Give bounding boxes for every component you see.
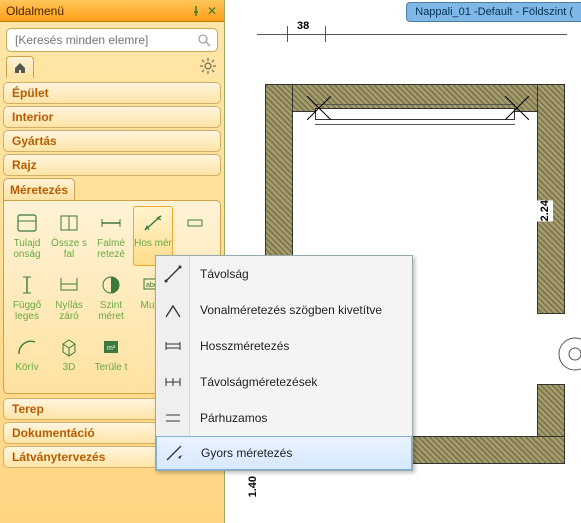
ctx-hosszmeretezes[interactable]: Hosszméretezés bbox=[156, 328, 412, 364]
quick-dim-icon bbox=[157, 437, 191, 469]
corner-x-icon bbox=[505, 96, 529, 120]
tool-label: Nyílás záró bbox=[50, 300, 88, 322]
tool-fuggoleges[interactable]: Függő leges bbox=[7, 268, 47, 328]
dim-line bbox=[257, 34, 567, 35]
category-list: Épület Interior Gyártás Rajz bbox=[0, 82, 224, 176]
dim-text-top: 38 bbox=[295, 20, 311, 32]
length-icon bbox=[156, 328, 190, 364]
tool-szintmeret[interactable]: Szint méret bbox=[91, 268, 131, 328]
context-menu: Távolság Vonalméretezés szögben kivetítv… bbox=[155, 255, 413, 471]
area-icon: m² bbox=[97, 334, 125, 360]
arc-icon bbox=[13, 334, 41, 360]
tool-label: Hos mér bbox=[134, 238, 172, 249]
vertical-icon bbox=[13, 272, 41, 298]
category-label: Rajz bbox=[12, 158, 37, 172]
tool-label: Terüle t bbox=[95, 362, 128, 373]
level-icon bbox=[97, 272, 125, 298]
tool-tulajdonsag[interactable]: Tulajd onság bbox=[7, 206, 47, 266]
ctx-tavolsagmeretezesek[interactable]: Távolságméretezések bbox=[156, 364, 412, 400]
category-rajz[interactable]: Rajz bbox=[3, 154, 221, 176]
category-label: Épület bbox=[12, 86, 49, 100]
category-label: Gyártás bbox=[12, 134, 57, 148]
parallel-icon bbox=[156, 400, 190, 436]
tool-icon bbox=[181, 210, 209, 236]
tool-label: Tulajd onság bbox=[8, 238, 46, 260]
ctx-gyors-meretezes[interactable]: Gyors méretezés bbox=[156, 436, 412, 470]
category-label: Méretezés bbox=[10, 183, 68, 197]
close-icon[interactable]: ✕ bbox=[204, 3, 220, 19]
home-tab[interactable] bbox=[6, 56, 34, 78]
dim-tick bbox=[325, 26, 326, 42]
tool-label: Össze s fal bbox=[50, 238, 88, 260]
dim-tick bbox=[287, 26, 288, 42]
tool-terulet[interactable]: m² Terüle t bbox=[91, 330, 131, 390]
tool-falmeretezes[interactable]: Falmé retezé bbox=[91, 206, 131, 266]
tool-label: Függő leges bbox=[8, 300, 46, 322]
tool-label: Körív bbox=[15, 362, 38, 373]
ctx-label: Párhuzamos bbox=[190, 411, 412, 425]
tool-koriv[interactable]: Körív bbox=[7, 330, 47, 390]
opening-icon bbox=[55, 272, 83, 298]
tool-3d[interactable]: 3D bbox=[49, 330, 89, 390]
wall-right-lower bbox=[537, 384, 565, 444]
category-label: Interior bbox=[12, 110, 53, 124]
projected-icon bbox=[156, 292, 190, 328]
length-dim-icon bbox=[139, 210, 167, 236]
fixture-circle bbox=[555, 334, 581, 374]
category-label: Dokumentáció bbox=[12, 426, 95, 440]
line bbox=[315, 104, 515, 105]
category-label: Látványtervezés bbox=[12, 450, 105, 464]
corner-x-icon bbox=[307, 96, 331, 120]
ctx-vonalmeretezes[interactable]: Vonalméretezés szögben kivetítve bbox=[156, 292, 412, 328]
category-gyartas[interactable]: Gyártás bbox=[3, 130, 221, 152]
search-box[interactable] bbox=[6, 28, 218, 52]
dim-text-right: 2.24 bbox=[537, 200, 553, 221]
ctx-label: Távolságméretezések bbox=[190, 375, 412, 389]
tool-nyilaszaro[interactable]: Nyílás záró bbox=[49, 268, 89, 328]
wall-dim-icon bbox=[97, 210, 125, 236]
wall-bottom-right bbox=[405, 436, 565, 464]
ctx-label: Gyors méretezés bbox=[191, 446, 411, 460]
gear-icon[interactable] bbox=[200, 58, 218, 76]
line bbox=[315, 124, 515, 125]
window-top bbox=[315, 108, 515, 120]
category-epulet[interactable]: Épület bbox=[3, 82, 221, 104]
search-input[interactable] bbox=[13, 32, 197, 48]
ctx-label: Távolság bbox=[190, 267, 412, 281]
category-interior[interactable]: Interior bbox=[3, 106, 221, 128]
ctx-label: Vonalméretezés szögben kivetítve bbox=[190, 303, 412, 317]
ctx-tavolsag[interactable]: Távolság bbox=[156, 256, 412, 292]
tool-label: 3D bbox=[63, 362, 76, 373]
panel-titlebar: Oldalmenü ✕ bbox=[0, 0, 224, 22]
ctx-label: Hosszméretezés bbox=[190, 339, 412, 353]
category-label: Terep bbox=[12, 402, 44, 416]
distance-icon bbox=[156, 256, 190, 292]
tool-label: Falmé retezé bbox=[92, 238, 130, 260]
wall-right-upper bbox=[537, 84, 565, 314]
properties-icon bbox=[13, 210, 41, 236]
dim-text-bottom: 1.40 bbox=[245, 476, 261, 497]
distances-icon bbox=[156, 364, 190, 400]
pin-icon[interactable] bbox=[188, 3, 204, 19]
document-tab[interactable]: Nappali_01 -Default - Földszint ( bbox=[406, 2, 581, 22]
tool-label: Szint méret bbox=[92, 300, 130, 322]
document-tab-label: Nappali_01 -Default - Földszint ( bbox=[415, 6, 573, 18]
walls-icon bbox=[55, 210, 83, 236]
search-icon[interactable] bbox=[197, 33, 211, 47]
svg-text:m²: m² bbox=[107, 345, 116, 352]
panel-title: Oldalmenü bbox=[6, 4, 188, 18]
tool-osszes-fal[interactable]: Össze s fal bbox=[49, 206, 89, 266]
ctx-parhuzamos[interactable]: Párhuzamos bbox=[156, 400, 412, 436]
category-meretezes-tab[interactable]: Méretezés bbox=[3, 178, 75, 200]
home-bar bbox=[0, 56, 224, 82]
cube-icon bbox=[55, 334, 83, 360]
